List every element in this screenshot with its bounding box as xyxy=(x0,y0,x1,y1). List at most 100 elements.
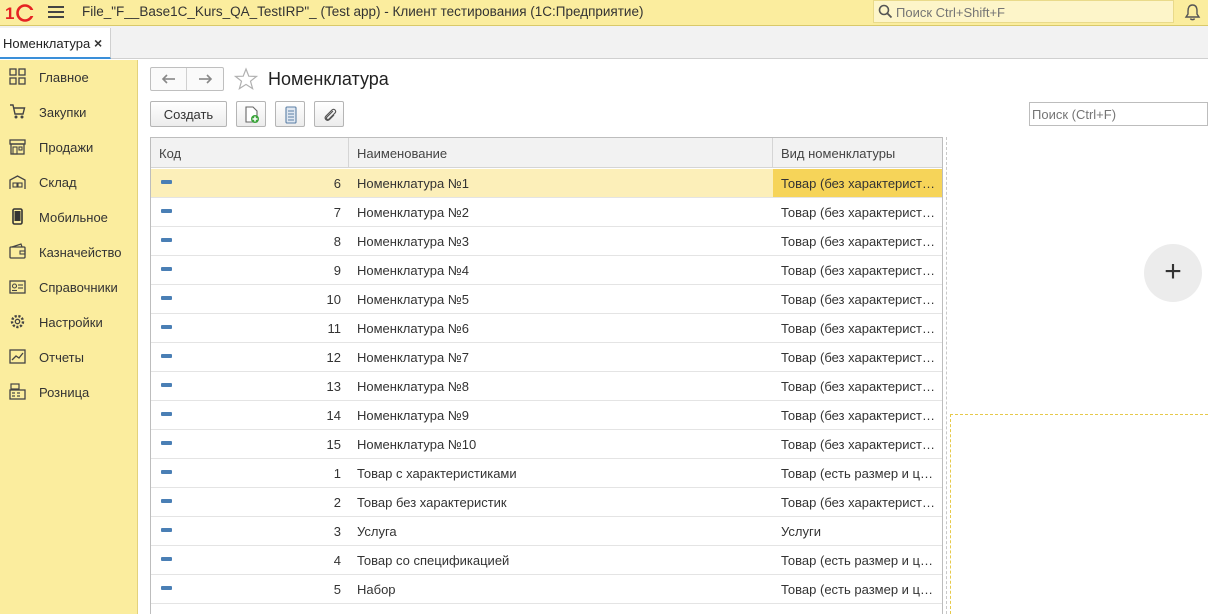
column-header-code[interactable]: Код xyxy=(151,138,349,168)
sidebar-item-label: Главное xyxy=(39,70,89,85)
code-value: 4 xyxy=(333,553,341,568)
cell-code: 3 xyxy=(151,517,349,545)
cell-name: Номенклатура №5 xyxy=(349,285,773,313)
item-marker-icon xyxy=(161,499,172,503)
code-value: 5 xyxy=(333,582,341,597)
table-row[interactable]: 3 Услуга Услуги xyxy=(151,517,942,546)
create-button-label: Создать xyxy=(163,107,214,122)
bell-icon[interactable] xyxy=(1184,3,1201,21)
cell-name: Товар с характеристиками xyxy=(349,459,773,487)
create-folder-button[interactable] xyxy=(236,101,266,127)
close-icon[interactable]: × xyxy=(94,35,102,51)
table-row[interactable]: 13 Номенклатура №8 Товар (без характеристи… xyxy=(151,372,942,401)
table-row[interactable]: 14 Номенклатура №9 Товар (без характеристи… xyxy=(151,401,942,430)
column-header-kind[interactable]: Вид номенклатуры xyxy=(773,138,942,168)
cell-code: 8 xyxy=(151,227,349,255)
table-row[interactable]: 7 Номенклатура №2 Товар (без характеристик… xyxy=(151,198,942,227)
sidebar-item-settings[interactable]: Настройки xyxy=(0,305,138,340)
table-row[interactable]: 10 Номенклатура №5 Товар (без характеристи… xyxy=(151,285,942,314)
table-row[interactable]: 5 Набор Товар (есть размер и цвет) xyxy=(151,575,942,604)
sidebar-item-mobile[interactable]: Мобильное xyxy=(0,200,138,235)
cell-code: 6 xyxy=(151,169,349,197)
title-bar: 1 File_"F__Base1C_Kurs_QA_TestIRP"_ (Tes… xyxy=(0,0,1208,26)
sidebar-item-reports[interactable]: Отчеты xyxy=(0,340,138,375)
paperclip-icon xyxy=(324,108,337,121)
back-button[interactable] xyxy=(151,68,187,90)
cell-name: Номенклатура №10 xyxy=(349,430,773,458)
sidebar-item-sales[interactable]: Продажи xyxy=(0,130,138,165)
cell-name: Товар без характеристик xyxy=(349,488,773,516)
cell-code: 13 xyxy=(151,372,349,400)
new-document-icon xyxy=(245,106,259,123)
cell-code: 9 xyxy=(151,256,349,284)
directory-icon xyxy=(9,280,26,294)
table-row[interactable]: 1 Товар с характеристиками Товар (есть раз… xyxy=(151,459,942,488)
cell-name: Номенклатура №2 xyxy=(349,198,773,226)
name-value: Номенклатура №7 xyxy=(357,350,470,365)
sidebar-item-label: Мобильное xyxy=(39,210,108,225)
add-panel-button[interactable]: + xyxy=(1144,244,1202,302)
table-row[interactable]: 11 Номенклатура №6 Товар (без характеристи… xyxy=(151,314,942,343)
wallet-icon xyxy=(9,243,26,259)
attach-button[interactable] xyxy=(314,101,344,127)
cell-kind: Товар (без характеристик) xyxy=(773,227,942,255)
tab-nomenclature[interactable]: Номенклатура × xyxy=(0,28,111,59)
arrow-right-icon xyxy=(199,74,213,84)
cell-code: 15 xyxy=(151,430,349,458)
search-input[interactable] xyxy=(1032,106,1202,123)
table-row[interactable]: 9 Номенклатура №4 Товар (без характеристик… xyxy=(151,256,942,285)
cell-code: 7 xyxy=(151,198,349,226)
sections-panel: Главное Закупки Продажи Склад Мобильное xyxy=(0,60,138,614)
table-row[interactable]: 12 Номенклатура №7 Товар (без характеристи… xyxy=(151,343,942,372)
sidebar-item-purchases[interactable]: Закупки xyxy=(0,95,138,130)
main-menu-icon[interactable] xyxy=(48,6,64,19)
code-value: 6 xyxy=(333,176,341,191)
sidebar-item-directories[interactable]: Справочники xyxy=(0,270,138,305)
kind-value: Товар (без характеристик) xyxy=(781,408,937,423)
item-marker-icon xyxy=(161,238,172,242)
table-row[interactable]: 4 Товар со спецификацией Товар (есть разме… xyxy=(151,546,942,575)
item-marker-icon xyxy=(161,180,172,184)
name-value: Номенклатура №3 xyxy=(357,234,470,249)
table-header: Код Наименование Вид номенклатуры xyxy=(151,138,942,168)
name-value: Номенклатура №10 xyxy=(357,437,477,452)
sidebar-item-label: Настройки xyxy=(39,315,103,330)
list-search[interactable] xyxy=(1029,102,1208,126)
sidebar-item-treasury[interactable]: Казначейство xyxy=(0,235,138,270)
code-value: 7 xyxy=(333,205,341,220)
forward-button[interactable] xyxy=(188,68,224,90)
nomenclature-table[interactable]: Код Наименование Вид номенклатуры 6 Номен… xyxy=(150,137,943,614)
report-icon xyxy=(9,349,26,364)
cell-code: 12 xyxy=(151,343,349,371)
item-marker-icon xyxy=(161,354,172,358)
favorite-star-icon[interactable] xyxy=(233,67,259,91)
cell-name: Номенклатура №8 xyxy=(349,372,773,400)
kind-value: Товар (есть размер и цвет) xyxy=(781,582,937,597)
table-row[interactable]: 6 Номенклатура №1 Товар (без характеристик… xyxy=(151,169,942,198)
table-row[interactable]: 2 Товар без характеристик Товар (без харак… xyxy=(151,488,942,517)
code-value: 9 xyxy=(333,263,341,278)
code-value: 10 xyxy=(326,292,341,307)
table-row[interactable]: 8 Номенклатура №3 Товар (без характеристик… xyxy=(151,227,942,256)
1c-logo-icon[interactable]: 1 xyxy=(5,3,37,23)
table-row[interactable]: 15 Номенклатура №10 Товар (без характерист… xyxy=(151,430,942,459)
cell-kind: Товар (есть размер и цвет) xyxy=(773,459,942,487)
cell-code: 1 xyxy=(151,459,349,487)
sidebar-item-label: Казначейство xyxy=(39,245,122,260)
global-search-input[interactable] xyxy=(896,3,1166,21)
global-search[interactable] xyxy=(873,0,1174,23)
sidebar-item-warehouse[interactable]: Склад xyxy=(0,165,138,200)
list-settings-button[interactable] xyxy=(275,101,305,127)
cell-name: Номенклатура №6 xyxy=(349,314,773,342)
code-value: 12 xyxy=(326,350,341,365)
sidebar-item-retail[interactable]: Розница xyxy=(0,375,138,410)
code-value: 14 xyxy=(326,408,341,423)
column-header-name[interactable]: Наименование xyxy=(349,138,773,168)
sidebar-item-main[interactable]: Главное xyxy=(0,60,138,95)
cell-name: Услуга xyxy=(349,517,773,545)
create-button[interactable]: Создать xyxy=(150,101,227,127)
item-marker-icon xyxy=(161,586,172,590)
sidebar-item-label: Справочники xyxy=(39,280,118,295)
kind-value: Товар (без характеристик) xyxy=(781,437,937,452)
item-marker-icon xyxy=(161,296,172,300)
